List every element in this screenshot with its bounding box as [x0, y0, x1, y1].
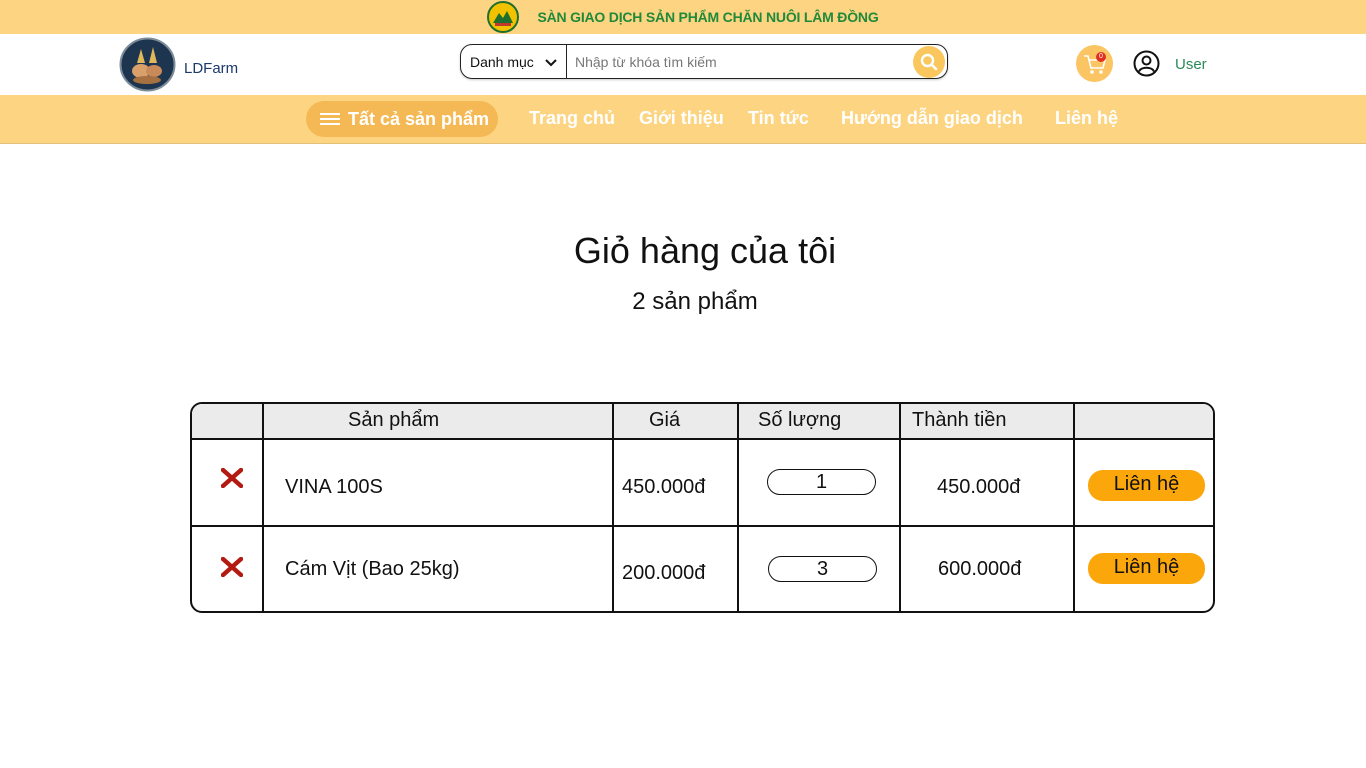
row-divider — [192, 525, 1213, 527]
user-label[interactable]: User — [1175, 56, 1207, 73]
nav-link-about[interactable]: Giới thiệu — [639, 108, 724, 129]
contact-button[interactable]: Liên hệ — [1088, 553, 1205, 584]
table-header — [192, 404, 1213, 440]
product-price: 450.000đ — [622, 476, 706, 498]
column-header-quantity: Số lượng — [758, 409, 842, 431]
header: LDFarm Danh mục 0 User — [0, 34, 1366, 95]
remove-item-icon[interactable] — [221, 468, 243, 488]
main-nav: Tất cả sản phẩm Trang chủ Giới thiệu Tin… — [0, 95, 1366, 144]
user-avatar-icon[interactable] — [1133, 50, 1160, 77]
nav-link-news[interactable]: Tin tức — [748, 108, 809, 129]
cart-item-count: 2 sản phẩm — [632, 288, 758, 315]
cart-table: Sản phẩm Giá Số lượng Thành tiền VINA 10… — [190, 402, 1215, 613]
search-button[interactable] — [913, 45, 945, 78]
category-label: Danh mục — [470, 53, 534, 70]
column-divider — [262, 404, 264, 611]
product-price: 200.000đ — [622, 562, 706, 584]
top-banner: SÀN GIAO DỊCH SẢN PHẨM CHĂN NUÔI LÂM ĐỒN… — [0, 0, 1366, 34]
product-name[interactable]: Cám Vịt (Bao 25kg) — [285, 558, 460, 581]
search-icon — [920, 53, 938, 70]
column-divider — [1073, 404, 1075, 611]
cart-count-badge: 0 — [1096, 52, 1106, 62]
cart-button[interactable]: 0 — [1076, 45, 1113, 82]
column-divider — [899, 404, 901, 611]
column-header-product: Sản phẩm — [348, 409, 440, 431]
page-title: Giỏ hàng của tôi — [573, 230, 837, 271]
category-dropdown[interactable]: Danh mục — [461, 45, 567, 78]
nav-link-guide[interactable]: Hướng dẫn giao dịch — [841, 108, 1023, 129]
banner-title: SÀN GIAO DỊCH SẢN PHẨM CHĂN NUÔI LÂM ĐỒN… — [537, 9, 879, 25]
quantity-input[interactable]: 1 — [767, 469, 876, 495]
remove-item-icon[interactable] — [221, 557, 243, 577]
search-bar: Danh mục — [460, 44, 948, 79]
column-header-price: Giá — [649, 409, 681, 431]
brand-name[interactable]: LDFarm — [184, 60, 238, 77]
provincial-emblem-icon — [487, 1, 520, 33]
chevron-down-icon — [545, 58, 557, 66]
contact-button[interactable]: Liên hệ — [1088, 470, 1205, 501]
menu-icon — [320, 113, 340, 125]
nav-link-home[interactable]: Trang chủ — [529, 108, 615, 129]
all-products-button[interactable]: Tất cả sản phẩm — [306, 101, 498, 137]
column-header-total: Thành tiền — [912, 409, 1007, 431]
ldfarm-logo[interactable] — [119, 37, 176, 92]
nav-link-contact[interactable]: Liên hệ — [1055, 108, 1118, 129]
line-total: 600.000đ — [938, 558, 1022, 580]
search-input[interactable] — [567, 45, 913, 78]
all-products-label: Tất cả sản phẩm — [348, 108, 490, 129]
quantity-input[interactable]: 3 — [768, 556, 877, 582]
line-total: 450.000đ — [937, 476, 1021, 498]
column-divider — [612, 404, 614, 611]
product-name[interactable]: VINA 100S — [285, 476, 383, 499]
column-divider — [737, 404, 739, 611]
